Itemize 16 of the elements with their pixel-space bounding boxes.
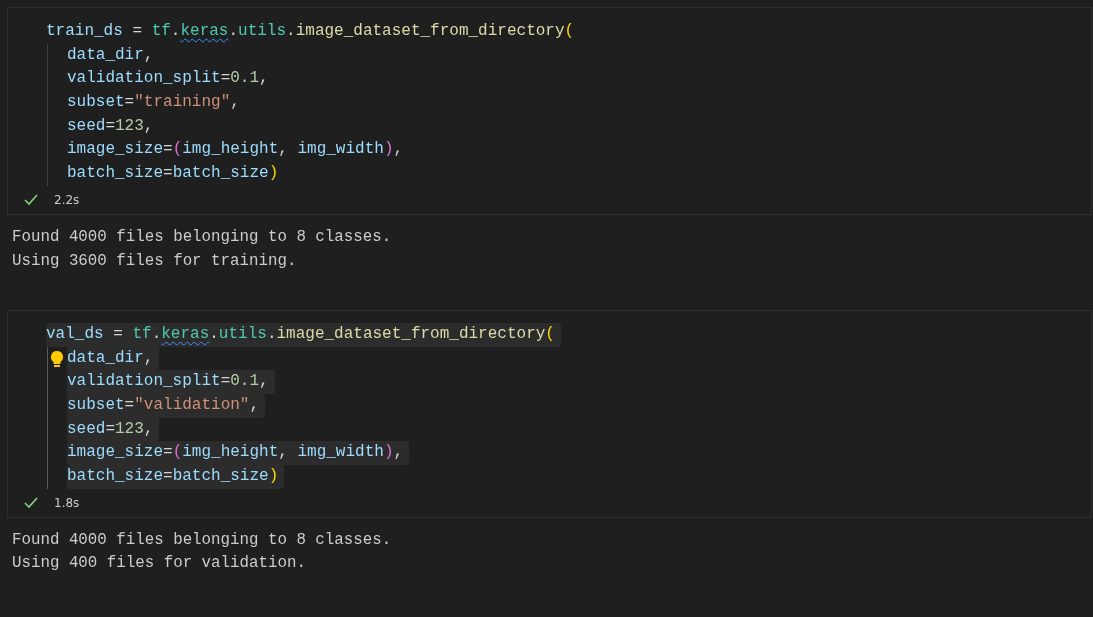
code-line: validation_split=0.1, <box>67 68 270 90</box>
code-cell[interactable]: train_ds = tf.keras.utils.image_dataset_from_directory( data_dir, validation_split=0.1, subset="training", seed=123, image_size=(img_height, img_width), batch_size=batch_size) 2.2s <box>7 7 1092 215</box>
code-line: image_size=(img_height, img_width), <box>67 139 405 161</box>
output-line: Using 3600 files for training. <box>12 250 298 272</box>
code-line: batch_size=batch_size) <box>67 163 280 185</box>
lightbulb-icon[interactable] <box>50 349 64 368</box>
execution-time: 2.2s <box>54 192 80 207</box>
code-line: subset="training", <box>67 92 241 114</box>
code-line: data_dir, <box>67 44 155 66</box>
code-line: seed=123, <box>67 115 155 137</box>
code-cell[interactable]: val_ds = tf.keras.utils.image_dataset_from_directory( data_dir, validation_split=0.1, subset="validation", seed=123, image_size=(img_height, img_width), batch_size=batch_size) 1.8s <box>7 309 1092 518</box>
output-line: Using 400 files for validation. <box>12 553 307 575</box>
execution-time: 1.8s <box>54 495 80 510</box>
output-line: Found 4000 files belonging to 8 classes. <box>12 529 393 551</box>
output-line: Found 4000 files belonging to 8 classes. <box>12 226 393 248</box>
code-line: train_ds = tf.keras.utils.image_dataset_from_directory( <box>46 21 576 42</box>
